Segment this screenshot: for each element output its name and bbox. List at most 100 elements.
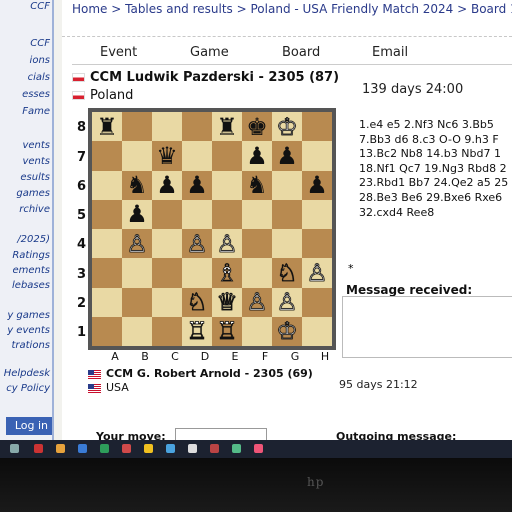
sidebar-item[interactable]: /2025)	[17, 234, 50, 245]
sidebar-item[interactable]: cials	[28, 72, 50, 83]
board-square-d8[interactable]	[182, 112, 212, 142]
board-square-h7[interactable]	[302, 141, 332, 171]
chess-piece-wR-icon[interactable]: ♖	[216, 319, 238, 344]
board-square-c5[interactable]	[152, 199, 182, 229]
sidebar-item[interactable]: Helpdesk	[4, 368, 50, 379]
board-square-d7[interactable]	[182, 141, 212, 171]
board-square-g3[interactable]: ♘	[272, 258, 302, 288]
board-square-f1[interactable]	[242, 316, 272, 346]
sidebar-item[interactable]: ions	[30, 55, 50, 66]
board-square-a1[interactable]	[92, 316, 122, 346]
chess-piece-wP-icon[interactable]: ♙	[306, 260, 328, 285]
sidebar-item[interactable]: CCF	[30, 1, 50, 12]
sidebar-item[interactable]: lebases	[12, 280, 50, 291]
board-square-d6[interactable]: ♟	[182, 170, 212, 200]
board-square-g4[interactable]	[272, 229, 302, 259]
move-input[interactable]	[175, 428, 267, 440]
board-square-g7[interactable]: ♟	[272, 141, 302, 171]
taskbar-app-icon[interactable]	[232, 444, 241, 453]
board-square-e6[interactable]	[212, 170, 242, 200]
board-square-b2[interactable]	[122, 287, 152, 317]
board-square-e2[interactable]: ♕	[212, 287, 242, 317]
board-square-a5[interactable]	[92, 199, 122, 229]
board-square-e7[interactable]	[212, 141, 242, 171]
taskbar-app-icon[interactable]	[78, 444, 87, 453]
taskbar-app-icon[interactable]	[254, 444, 263, 453]
chess-piece-wK-icon[interactable]: ♔	[276, 114, 298, 139]
sidebar-item[interactable]: Ratings	[12, 250, 50, 261]
chess-piece-bN-icon[interactable]: ♞	[126, 173, 148, 197]
sidebar-item[interactable]: vents	[22, 140, 50, 151]
board-square-a4[interactable]	[92, 229, 122, 259]
board-square-c1[interactable]	[152, 316, 182, 346]
chess-piece-wK-icon[interactable]: ♔	[276, 319, 298, 344]
taskbar-app-icon[interactable]	[188, 444, 197, 453]
column-event[interactable]: Event	[100, 45, 137, 60]
board-square-e5[interactable]	[212, 199, 242, 229]
taskbar-app-icon[interactable]	[56, 444, 65, 453]
chess-piece-wN-icon[interactable]: ♘	[186, 290, 208, 315]
breadcrumb[interactable]: Home > Tables and results > Poland - USA…	[72, 2, 512, 16]
board-square-f2[interactable]: ♙	[242, 287, 272, 317]
board-square-f6[interactable]: ♞	[242, 170, 272, 200]
chess-piece-bP-icon[interactable]: ♟	[156, 173, 178, 197]
sidebar-item[interactable]: esses	[22, 89, 50, 100]
taskbar-app-icon[interactable]	[34, 444, 43, 453]
chess-piece-wR-icon[interactable]: ♖	[186, 319, 208, 344]
sidebar-item[interactable]: rchive	[19, 204, 50, 215]
board-square-a6[interactable]	[92, 170, 122, 200]
chess-piece-bP-icon[interactable]: ♟	[276, 144, 298, 168]
board-square-b7[interactable]	[122, 141, 152, 171]
board-square-h6[interactable]: ♟	[302, 170, 332, 200]
chess-piece-bP-icon[interactable]: ♟	[186, 173, 208, 197]
sidebar-item[interactable]: CCF	[30, 38, 50, 49]
chess-piece-wP-icon[interactable]: ♙	[246, 290, 268, 315]
sidebar-item[interactable]: cy Policy	[6, 383, 50, 394]
board-square-d2[interactable]: ♘	[182, 287, 212, 317]
login-button[interactable]: Log in	[6, 417, 52, 435]
top-player[interactable]: CCM Ludwik Pazderski - 2305 (87)	[72, 70, 339, 85]
board-square-h5[interactable]	[302, 199, 332, 229]
chess-piece-bQ-icon[interactable]: ♛	[156, 144, 178, 168]
sidebar-item[interactable]: trations	[11, 340, 50, 351]
board-square-e8[interactable]: ♜	[212, 112, 242, 142]
chess-piece-bP-icon[interactable]: ♟	[246, 144, 268, 168]
board-square-h3[interactable]: ♙	[302, 258, 332, 288]
chess-piece-bK-icon[interactable]: ♚	[246, 115, 268, 139]
board-square-h1[interactable]	[302, 316, 332, 346]
board-square-g5[interactable]	[272, 199, 302, 229]
board-square-g1[interactable]: ♔	[272, 316, 302, 346]
chess-piece-wB-icon[interactable]: ♗	[216, 260, 238, 285]
board-square-a2[interactable]	[92, 287, 122, 317]
board-square-h2[interactable]	[302, 287, 332, 317]
sidebar-item[interactable]: ements	[12, 265, 50, 276]
board-square-f4[interactable]	[242, 229, 272, 259]
chess-piece-bR-icon[interactable]: ♜	[216, 115, 238, 139]
board-square-b4[interactable]: ♙	[122, 229, 152, 259]
chess-piece-wQ-icon[interactable]: ♕	[216, 290, 238, 315]
board-square-d3[interactable]	[182, 258, 212, 288]
sidebar-item[interactable]: esults	[20, 172, 50, 183]
sidebar-item[interactable]: vents	[22, 156, 50, 167]
board-square-a3[interactable]	[92, 258, 122, 288]
board-square-c4[interactable]	[152, 229, 182, 259]
board-square-c3[interactable]	[152, 258, 182, 288]
sidebar-item[interactable]: y events	[7, 325, 50, 336]
board-square-g8[interactable]: ♔	[272, 112, 302, 142]
chess-piece-wP-icon[interactable]: ♙	[276, 290, 298, 315]
chess-piece-bN-icon[interactable]: ♞	[246, 173, 268, 197]
taskbar-app-icon[interactable]	[144, 444, 153, 453]
board-square-g6[interactable]	[272, 170, 302, 200]
board-square-c8[interactable]	[152, 112, 182, 142]
sidebar-item[interactable]: games	[16, 188, 50, 199]
sidebar-item[interactable]: Fame	[22, 106, 50, 117]
column-email[interactable]: Email	[372, 45, 408, 60]
board-square-f3[interactable]	[242, 258, 272, 288]
board-square-a8[interactable]: ♜	[92, 112, 122, 142]
board-square-b6[interactable]: ♞	[122, 170, 152, 200]
taskbar-app-icon[interactable]	[210, 444, 219, 453]
board-square-d1[interactable]: ♖	[182, 316, 212, 346]
chess-piece-wP-icon[interactable]: ♙	[186, 231, 208, 256]
chess-piece-wP-icon[interactable]: ♙	[216, 231, 238, 256]
board-square-h4[interactable]	[302, 229, 332, 259]
